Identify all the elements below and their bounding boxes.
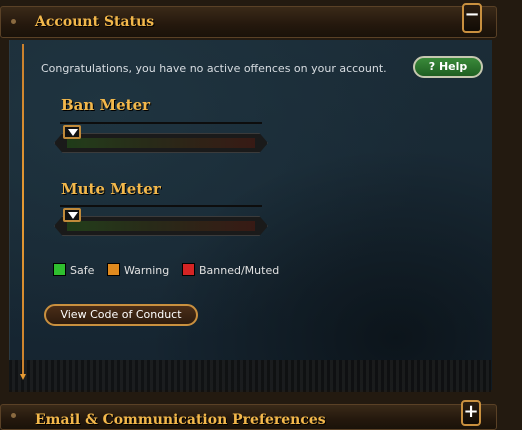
account-status-panel <box>9 40 492 390</box>
safe-swatch-icon <box>53 263 66 276</box>
status-message: Congratulations, you have no active offe… <box>41 62 387 75</box>
ban-meter-marker-icon <box>63 125 81 139</box>
mute-meter-label: Mute Meter <box>61 180 161 198</box>
help-button[interactable]: ? Help <box>413 56 483 78</box>
warning-swatch-icon <box>107 263 120 276</box>
account-status-title: Account Status <box>35 14 155 30</box>
email-preferences-title: Email & Communication Preferences <box>35 412 326 428</box>
rivet-icon <box>11 19 16 24</box>
legend-banned: Banned/Muted <box>182 263 279 277</box>
mute-meter-rule <box>60 205 262 207</box>
ban-meter-rule <box>60 122 262 124</box>
panel-decoration <box>9 360 491 392</box>
collapse-button[interactable]: − <box>462 3 482 33</box>
legend-warning: Warning <box>107 263 169 277</box>
view-code-of-conduct-button[interactable]: View Code of Conduct <box>44 304 198 326</box>
email-preferences-header[interactable]: Email & Communication Preferences <box>0 404 497 430</box>
side-divider <box>20 44 26 380</box>
mute-meter-marker-icon <box>63 208 81 222</box>
legend-safe: Safe <box>53 263 94 277</box>
mute-meter <box>54 216 268 236</box>
account-status-header: Account Status <box>0 6 497 38</box>
expand-button[interactable]: + <box>461 400 481 426</box>
rivet-icon <box>11 413 16 418</box>
banned-swatch-icon <box>182 263 195 276</box>
ban-meter <box>54 133 268 153</box>
ban-meter-label: Ban Meter <box>61 96 151 114</box>
